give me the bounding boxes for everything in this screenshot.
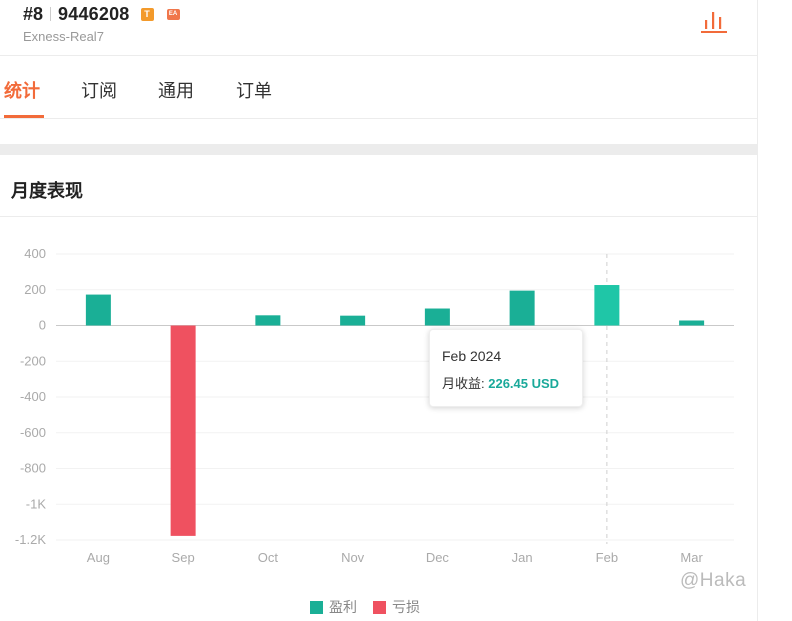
profit-swatch <box>310 600 323 614</box>
chart-legend: 盈利 亏损 <box>310 597 436 617</box>
y-tick-label: -800 <box>20 461 46 476</box>
tooltip-label: 月收益: <box>442 376 489 391</box>
tooltip-row: 月收益: 226.45 USD <box>442 373 570 392</box>
tab-subscribe[interactable]: 订阅 <box>81 77 117 103</box>
tab-orders[interactable]: 订单 <box>236 77 272 103</box>
chart-tooltip: Feb 2024 月收益: 226.45 USD <box>429 329 583 407</box>
bar-dec <box>424 308 450 326</box>
ea-badge: EA <box>166 8 180 20</box>
section-title-divider <box>0 216 758 217</box>
rank-label: #8 <box>23 3 44 24</box>
bar-aug <box>85 294 111 326</box>
tooltip-value: 226.45 USD <box>488 376 560 391</box>
tab-bar: 统计 订阅 通用 订单 <box>0 56 758 119</box>
y-tick-label: 400 <box>24 246 46 261</box>
x-tick-label: Nov <box>341 550 365 565</box>
trader-stats-panel: #8 9446208 T EA Exness-Real7 统计 订阅 通用 订单… <box>0 0 758 621</box>
x-tick-label: Dec <box>426 550 450 565</box>
x-tick-label: Jan <box>512 550 533 565</box>
monthly-performance-chart: 400 200 0 -200 -400 -600 -800 -1K -1.2K Aug Sep Oct… <box>15 246 734 565</box>
server-name: Exness-Real7 <box>23 29 104 44</box>
active-tab-indicator <box>4 115 44 118</box>
y-tick-label: 0 <box>39 318 46 333</box>
y-tick-label: -200 <box>20 353 46 368</box>
y-tick-label: -400 <box>20 389 46 404</box>
title-separator <box>50 7 52 21</box>
watermark: @Haka <box>680 570 747 591</box>
legend-loss-label: 亏损 <box>392 599 420 615</box>
bar-feb <box>594 285 620 326</box>
loss-swatch <box>373 600 386 614</box>
x-tick-label: Oct <box>258 550 279 565</box>
legend-profit[interactable]: 盈利 <box>310 597 357 617</box>
t-badge: T <box>140 7 154 21</box>
legend-loss[interactable]: 亏损 <box>373 597 420 617</box>
x-tick-label: Feb <box>596 550 618 565</box>
tooltip-title: Feb 2024 <box>442 348 502 364</box>
section-divider <box>0 144 758 155</box>
account-number: 9446208 <box>58 3 130 24</box>
bar-oct <box>255 315 281 326</box>
tab-general[interactable]: 通用 <box>158 77 194 103</box>
y-tick-label: 200 <box>24 282 46 297</box>
legend-profit-label: 盈利 <box>329 599 357 615</box>
bar-mar <box>679 320 705 326</box>
x-tick-label: Aug <box>87 550 110 565</box>
account-title: #8 9446208 T EA <box>23 4 180 24</box>
y-tick-label: -1.2K <box>15 532 46 547</box>
y-tick-label: -1K <box>26 496 47 511</box>
bar-chart-icon[interactable] <box>701 10 727 34</box>
x-tick-label: Mar <box>680 550 703 565</box>
x-tick-label: Sep <box>172 550 195 565</box>
bar-sep <box>170 325 196 536</box>
bar-jan <box>509 290 535 326</box>
section-title: 月度表现 <box>11 181 83 201</box>
y-tick-label: -600 <box>20 425 46 440</box>
tab-statistics[interactable]: 统计 <box>4 77 40 103</box>
bar-nov <box>340 315 366 326</box>
account-header: #8 9446208 T EA Exness-Real7 <box>0 0 758 56</box>
